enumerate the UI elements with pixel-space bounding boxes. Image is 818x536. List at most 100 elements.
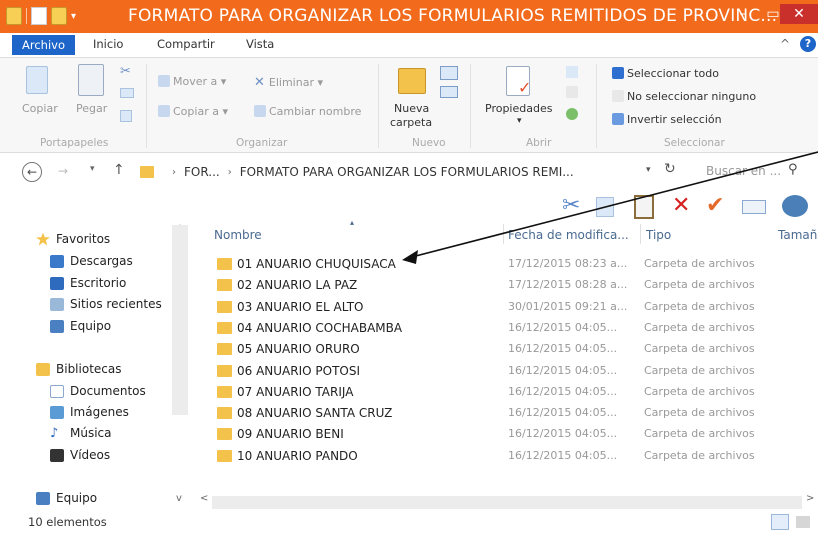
paste-button[interactable]: Pegar bbox=[76, 102, 107, 115]
forward-button[interactable]: → bbox=[58, 164, 68, 178]
file-type: Carpeta de archivos bbox=[644, 448, 755, 462]
properties-icon[interactable] bbox=[782, 195, 808, 217]
nav-documentos-label: Documentos bbox=[70, 384, 146, 398]
nav-imagenes[interactable]: Imágenes bbox=[50, 405, 129, 419]
table-row[interactable]: 04 ANUARIO COCHABAMBA 16/12/2015 04:05...… bbox=[205, 318, 805, 338]
tab-vista[interactable]: Vista bbox=[246, 37, 274, 51]
delete-icon[interactable]: ✕ bbox=[672, 193, 690, 218]
scroll-down-icon[interactable]: v bbox=[176, 493, 182, 504]
breadcrumb[interactable]: › FOR... › FORMATO PARA ORGANIZAR LOS FO… bbox=[140, 162, 600, 182]
file-name: 04 ANUARIO COCHABAMBA bbox=[237, 320, 403, 335]
up-button[interactable]: ↑ bbox=[113, 162, 125, 178]
breadcrumb-item[interactable]: FOR... bbox=[184, 165, 220, 179]
file-name: 02 ANUARIO LA PAZ bbox=[237, 278, 358, 293]
table-row[interactable]: 08 ANUARIO SANTA CRUZ 16/12/2015 04:05...… bbox=[205, 403, 805, 423]
new-folder-button[interactable]: Nueva bbox=[394, 102, 429, 115]
folder-icon[interactable] bbox=[6, 7, 22, 25]
nav-bibliotecas[interactable]: Bibliotecas bbox=[36, 362, 121, 376]
table-row[interactable]: 06 ANUARIO POTOSI 16/12/2015 04:05... Carp… bbox=[205, 361, 805, 381]
table-row[interactable]: 02 ANUARIO LA PAZ 17/12/2015 08:28 a... Ca… bbox=[205, 275, 805, 295]
cut-icon[interactable]: ✂ bbox=[562, 193, 580, 218]
breadcrumb-item[interactable]: FORMATO PARA ORGANIZAR LOS FORMULARIOS R… bbox=[240, 165, 574, 179]
tab-inicio[interactable]: Inicio bbox=[93, 37, 123, 51]
chevron-right-icon[interactable]: › bbox=[172, 167, 176, 178]
cut-icon[interactable]: ✂ bbox=[120, 64, 131, 79]
chevron-down-icon[interactable]: ▾ bbox=[517, 116, 522, 126]
properties-icon[interactable] bbox=[31, 7, 47, 25]
paste-shortcut-icon[interactable] bbox=[120, 110, 132, 122]
chevron-down-icon[interactable]: ▾ bbox=[71, 11, 76, 22]
file-type: Carpeta de archivos bbox=[644, 299, 755, 313]
tab-archivo[interactable]: Archivo bbox=[12, 35, 75, 55]
invert-selection-button[interactable]: Invertir selección bbox=[612, 113, 722, 126]
table-row[interactable]: 07 ANUARIO TARIJA 16/12/2015 04:05... Carp… bbox=[205, 382, 805, 402]
search-icon[interactable]: ⚲ bbox=[788, 162, 798, 177]
search-input[interactable]: Buscar en ... ⚲ bbox=[690, 162, 808, 182]
copy-path-icon[interactable] bbox=[120, 88, 134, 98]
nav-videos[interactable]: Vídeos bbox=[50, 448, 110, 462]
large-icons-view-button[interactable] bbox=[796, 516, 810, 528]
nav-equipo-favorito[interactable]: Equipo bbox=[50, 319, 111, 333]
help-icon[interactable]: ? bbox=[800, 36, 816, 52]
new-item-icon[interactable] bbox=[440, 66, 458, 80]
file-type: Carpeta de archivos bbox=[644, 320, 755, 334]
nav-documentos[interactable]: Documentos bbox=[50, 384, 146, 398]
easy-access-icon[interactable] bbox=[440, 86, 458, 98]
column-header-tamano[interactable]: Tamaño bbox=[778, 228, 818, 242]
delete-button[interactable]: ✕ Eliminar ▾ bbox=[254, 75, 323, 90]
minimize-button[interactable]: – bbox=[728, 4, 758, 24]
pictures-icon bbox=[50, 405, 64, 419]
column-header-nombre[interactable]: Nombre bbox=[214, 228, 262, 242]
select-none-button[interactable]: No seleccionar ninguno bbox=[612, 90, 756, 103]
nav-musica[interactable]: ♪ Música bbox=[50, 426, 112, 440]
scroll-left-icon[interactable]: < bbox=[200, 493, 208, 504]
new-folder-icon[interactable] bbox=[51, 7, 67, 25]
nav-descargas[interactable]: Descargas bbox=[50, 254, 133, 268]
rename-button[interactable]: Cambiar nombre bbox=[254, 105, 361, 118]
table-row[interactable]: 03 ANUARIO EL ALTO 30/01/2015 09:21 a... C… bbox=[205, 297, 805, 317]
table-row[interactable]: 05 ANUARIO ORURO 16/12/2015 04:05... Carpe… bbox=[205, 339, 805, 359]
chevron-up-icon[interactable]: ^ bbox=[780, 37, 790, 51]
table-row[interactable]: 01 ANUARIO CHUQUISACA 17/12/2015 08:23 a.… bbox=[205, 254, 805, 274]
checkmark-icon[interactable]: ✔ bbox=[706, 193, 724, 218]
nav-equipo[interactable]: Equipo bbox=[36, 491, 97, 505]
table-row[interactable]: 09 ANUARIO BENI 16/12/2015 04:05... Carpet… bbox=[205, 424, 805, 444]
edit-icon[interactable] bbox=[566, 86, 578, 98]
nav-favoritos[interactable]: Favoritos bbox=[36, 232, 110, 246]
select-all-button[interactable]: Seleccionar todo bbox=[612, 67, 719, 80]
open-icon[interactable] bbox=[566, 66, 578, 78]
properties-button[interactable]: Propiedades bbox=[485, 102, 552, 115]
chevron-right-icon[interactable]: › bbox=[228, 167, 232, 178]
details-view-button[interactable] bbox=[771, 514, 789, 530]
horizontal-scrollbar[interactable] bbox=[212, 496, 802, 509]
new-folder-button-line2[interactable]: carpeta bbox=[390, 116, 432, 129]
column-header-tipo[interactable]: Tipo bbox=[646, 228, 671, 242]
group-organizar: Organizar bbox=[236, 137, 288, 149]
file-date: 17/12/2015 08:23 a... bbox=[508, 257, 628, 270]
star-icon bbox=[36, 232, 50, 246]
copy-button[interactable]: Copiar bbox=[22, 102, 58, 115]
folder-icon bbox=[217, 428, 232, 441]
address-dropdown-button[interactable]: ▾ bbox=[646, 165, 651, 175]
tab-compartir[interactable]: Compartir bbox=[157, 37, 215, 51]
scroll-right-icon[interactable]: > bbox=[806, 493, 814, 504]
nav-escritorio[interactable]: Escritorio bbox=[50, 276, 126, 290]
divider bbox=[26, 8, 27, 24]
group-portapapeles: Portapapeles bbox=[40, 137, 109, 149]
rename-icon[interactable] bbox=[742, 200, 766, 214]
recent-locations-button[interactable]: ▾ bbox=[90, 164, 95, 174]
column-header-fecha[interactable]: Fecha de modifica... bbox=[508, 228, 629, 242]
copy-icon[interactable] bbox=[596, 197, 614, 217]
close-button[interactable]: ✕ bbox=[780, 4, 818, 24]
back-button[interactable]: ← bbox=[22, 162, 42, 182]
paste-icon[interactable] bbox=[634, 195, 654, 219]
sidebar-scrollbar[interactable] bbox=[172, 225, 188, 415]
table-row[interactable]: 10 ANUARIO PANDO 16/12/2015 04:05... Carpe… bbox=[205, 446, 805, 466]
copy-to-button[interactable]: Copiar a ▾ bbox=[158, 105, 228, 118]
file-type: Carpeta de archivos bbox=[644, 406, 755, 420]
move-to-button[interactable]: Mover a ▾ bbox=[158, 75, 226, 88]
divider bbox=[378, 64, 379, 148]
nav-sitios-recientes[interactable]: Sitios recientes bbox=[50, 297, 162, 311]
history-icon[interactable] bbox=[566, 108, 578, 120]
refresh-icon[interactable]: ↻ bbox=[664, 161, 676, 177]
